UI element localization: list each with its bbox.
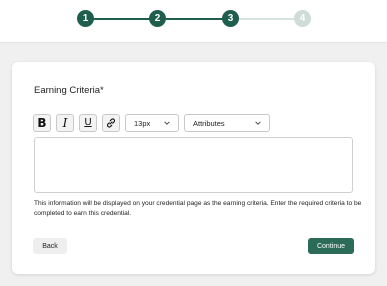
underline-button[interactable]: U [79, 114, 97, 132]
link-icon [106, 118, 116, 128]
italic-button[interactable]: I [56, 114, 74, 132]
earning-criteria-card: Earning Criteria* B I U 13px Attributes … [12, 62, 375, 274]
continue-button[interactable]: Continue [308, 238, 354, 254]
step-4: 4 [294, 10, 311, 27]
underline-icon: U [84, 117, 92, 128]
step-connector-1-2 [93, 18, 150, 20]
back-button[interactable]: Back [33, 238, 67, 254]
section-title: Earning Criteria* [34, 85, 104, 96]
top-bar: 1 2 3 4 [0, 0, 387, 43]
font-size-select[interactable]: 13px [125, 114, 179, 132]
attributes-value: Attributes [193, 118, 225, 128]
progress-stepper: 1 2 3 4 [0, 0, 387, 42]
font-size-value: 13px [134, 118, 151, 128]
step-3[interactable]: 3 [222, 10, 239, 27]
step-2[interactable]: 2 [149, 10, 166, 27]
step-1[interactable]: 1 [77, 10, 94, 27]
step-connector-3-4 [238, 18, 295, 20]
help-text: This information will be displayed on yo… [34, 200, 362, 217]
chevron-down-icon [164, 121, 170, 125]
bold-icon: B [37, 116, 47, 130]
link-button[interactable] [102, 114, 120, 132]
bold-button[interactable]: B [33, 114, 51, 132]
step-connector-2-3 [166, 18, 223, 20]
chevron-down-icon [255, 121, 261, 125]
criteria-editor[interactable] [34, 137, 353, 193]
italic-icon: I [62, 116, 68, 130]
attributes-select[interactable]: Attributes [184, 114, 270, 132]
